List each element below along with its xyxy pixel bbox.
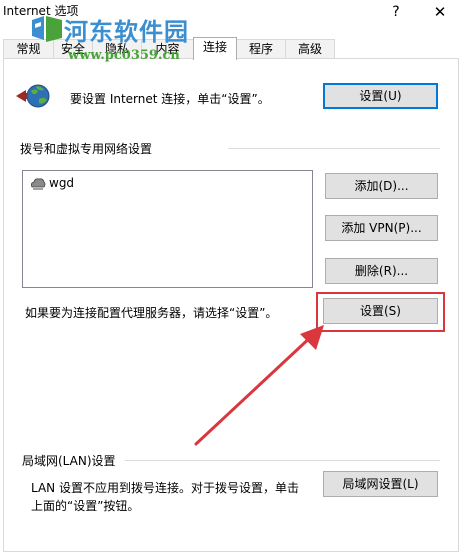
connection-item-wgd[interactable]: wgd [49,176,74,190]
proxy-settings-text: 如果要为连接配置代理服务器，请选择“设置”。 [25,306,278,320]
annotation-highlight-box [316,292,445,332]
dialup-heading: 拨号和虚拟专用网络设置 [20,142,153,156]
dialup-divider [228,148,440,149]
lan-description-line2: 上面的“设置”按钮。 [31,499,140,513]
help-button[interactable]: ? [374,0,418,26]
lan-heading: 局域网(LAN)设置 [22,454,116,468]
internet-globe-icon [16,84,50,108]
connection-list[interactable]: wgd [22,170,313,288]
lan-divider [125,460,440,461]
setup-button[interactable]: 设置(U) [323,83,438,109]
tab-connections[interactable]: 连接 [193,37,237,60]
watermark-logo-icon [32,16,62,42]
add-connection-button[interactable]: 添加(D)... [325,173,438,199]
add-vpn-button[interactable]: 添加 VPN(P)... [325,215,438,241]
connection-icon [30,178,46,190]
watermark-url: www.pc0359.cn [68,48,180,63]
lan-description-line1: LAN 设置不应用到拨号连接。对于拨号设置，单击 [31,481,299,495]
setup-text: 要设置 Internet 连接，单击“设置”。 [70,92,270,106]
watermark-title: 河东软件园 [64,17,189,46]
close-button[interactable]: ✕ [418,0,462,26]
delete-connection-button[interactable]: 删除(R)... [325,258,438,284]
tab-programs[interactable]: 程序 [236,39,286,59]
lan-settings-button[interactable]: 局域网设置(L) [323,471,438,497]
tab-advanced[interactable]: 高级 [285,39,335,59]
